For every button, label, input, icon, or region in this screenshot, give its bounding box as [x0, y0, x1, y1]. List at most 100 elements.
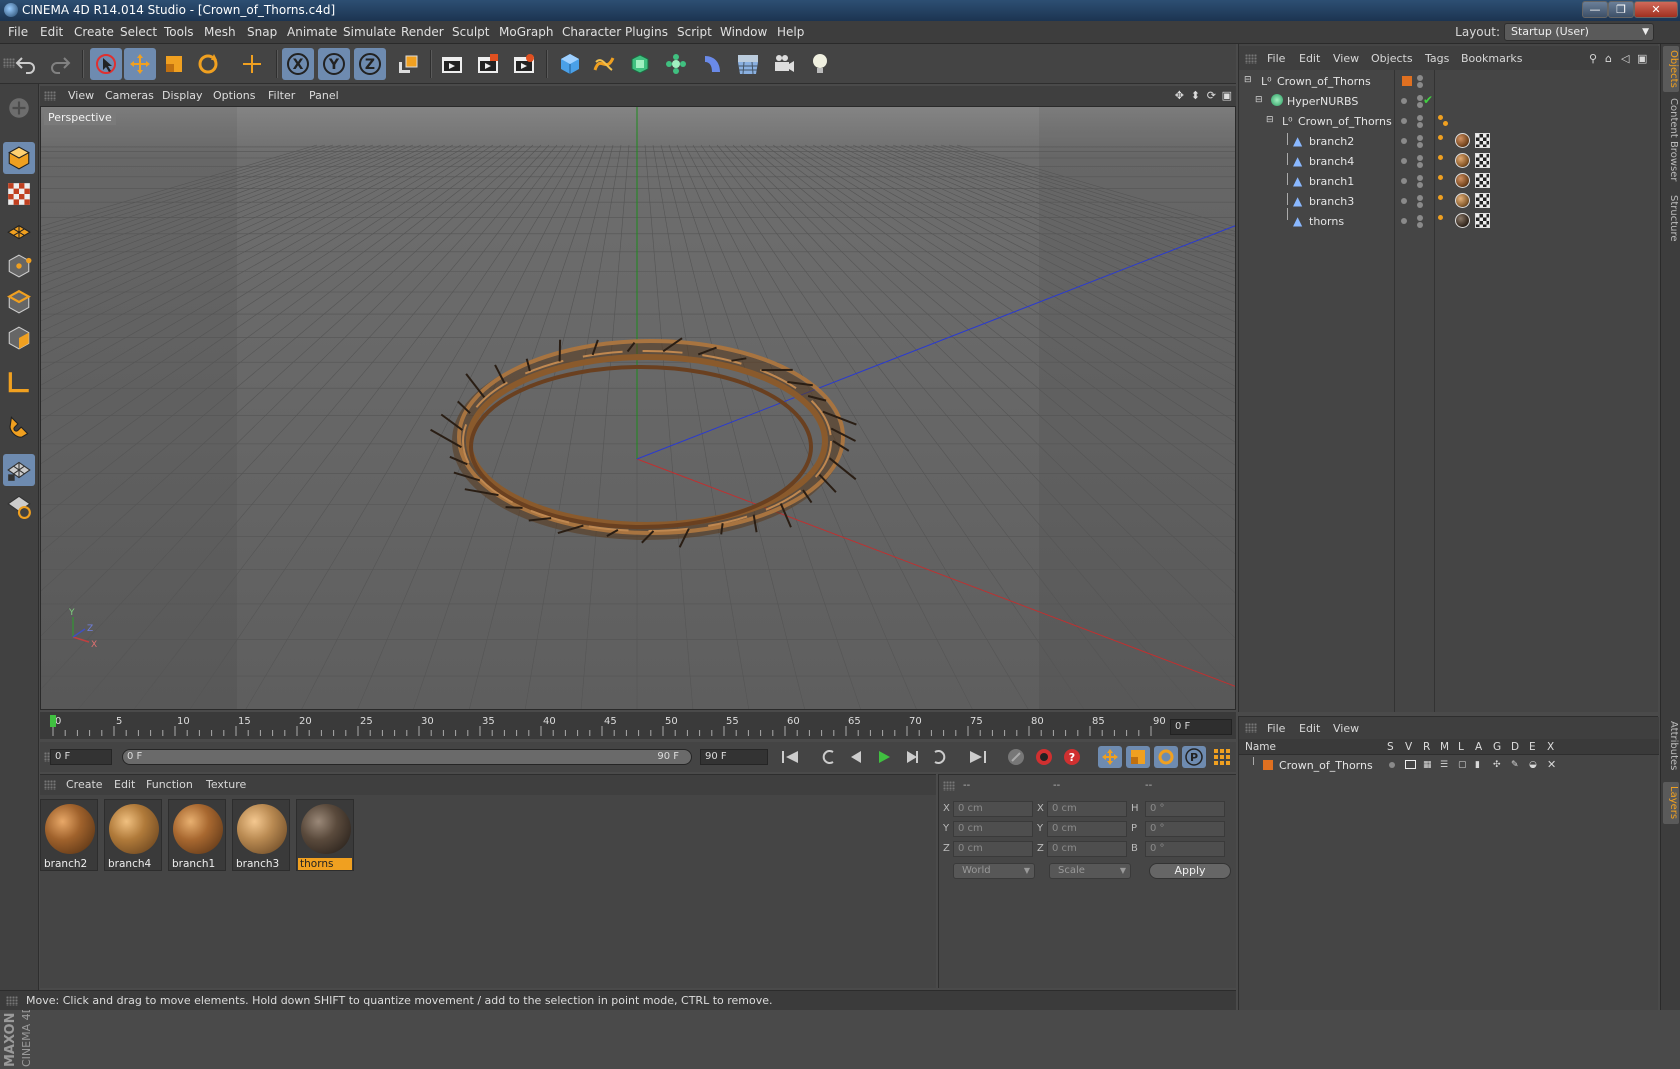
viewport-menu-view[interactable]: View: [68, 89, 94, 102]
menu-sculpt[interactable]: Sculpt: [452, 25, 489, 39]
viewport-menu-display[interactable]: Display: [162, 89, 203, 102]
array-icon[interactable]: [660, 48, 692, 80]
object-menu-bookmarks[interactable]: Bookmarks: [1461, 52, 1522, 65]
phong-tag-icon[interactable]: [1438, 135, 1443, 140]
layer-grip[interactable]: [1245, 723, 1257, 733]
solo-toggle[interactable]: [1389, 762, 1395, 768]
viewport-menu-options[interactable]: Options: [213, 89, 255, 102]
go-to-end-icon[interactable]: [966, 746, 990, 768]
menu-select[interactable]: Select: [120, 25, 157, 39]
uvw-tag-icon[interactable]: [1475, 173, 1490, 188]
scale-icon[interactable]: [158, 48, 190, 80]
editor-visibility-dot[interactable]: [1417, 155, 1423, 161]
editor-visibility-dot[interactable]: [1417, 215, 1423, 221]
phong-tag-icon[interactable]: [1438, 175, 1443, 180]
uvw-tag-icon[interactable]: [1475, 133, 1490, 148]
enabled-check-icon[interactable]: ✔: [1423, 93, 1433, 107]
material-swatch-branch4[interactable]: branch4: [104, 799, 162, 871]
editor-visibility-dot[interactable]: [1401, 158, 1407, 164]
menu-tools[interactable]: Tools: [164, 25, 194, 39]
home-icon[interactable]: ⌂: [1605, 52, 1612, 65]
minimize-button[interactable]: —: [1582, 1, 1608, 18]
spline-pen-icon[interactable]: [588, 48, 620, 80]
material-swatch-branch2[interactable]: branch2: [40, 799, 98, 871]
tab-attributes[interactable]: Attributes: [1663, 716, 1679, 776]
render-icon[interactable]: ▦: [1423, 760, 1432, 770]
light-icon[interactable]: [804, 48, 836, 80]
eye-icon[interactable]: [1405, 760, 1416, 769]
column-expressions[interactable]: E: [1529, 741, 1536, 753]
material-tag-icon[interactable]: [1455, 133, 1470, 148]
position-z-field[interactable]: 0 cm: [953, 841, 1033, 857]
menu-mograph[interactable]: MoGraph: [499, 25, 554, 39]
next-frame-icon[interactable]: [900, 746, 924, 768]
new-panel-icon[interactable]: ▣: [1637, 52, 1647, 65]
live-selection-icon[interactable]: [90, 48, 122, 80]
phong-tag-icon[interactable]: [1438, 195, 1443, 200]
object-menu-view[interactable]: View: [1333, 52, 1359, 65]
object-row-crown-child[interactable]: ⊟ L⁰ Crown_of_Thorns: [1239, 112, 1659, 131]
tab-objects[interactable]: Objects: [1663, 46, 1679, 92]
y-axis-icon[interactable]: Y: [318, 48, 350, 80]
material-swatch-thorns[interactable]: thorns: [296, 799, 354, 871]
viewport-menu-filter[interactable]: Filter: [268, 89, 295, 102]
manager-icon[interactable]: ☰: [1440, 760, 1448, 770]
layer-menu-view[interactable]: View: [1333, 722, 1359, 735]
material-tag-icon[interactable]: [1455, 153, 1470, 168]
next-key-icon[interactable]: [928, 746, 952, 768]
record-keyframes-icon[interactable]: [1032, 746, 1056, 768]
axis-mode-icon[interactable]: [3, 366, 35, 398]
object-menu-tags[interactable]: Tags: [1425, 52, 1449, 65]
column-animation[interactable]: A: [1475, 741, 1482, 753]
size-z-field[interactable]: 0 cm: [1047, 841, 1127, 857]
render-visibility-dot[interactable]: [1417, 82, 1423, 88]
workplane-icon[interactable]: [3, 214, 35, 246]
search-icon[interactable]: ⚲: [1589, 52, 1597, 65]
dolly-view-icon[interactable]: ⬍: [1191, 89, 1200, 102]
menu-render[interactable]: Render: [401, 25, 444, 39]
xref-icon[interactable]: ✕: [1547, 758, 1556, 771]
object-menu-file[interactable]: File: [1267, 52, 1285, 65]
toggle-panel-icon[interactable]: ▣: [1222, 89, 1232, 102]
editor-visibility-dot[interactable]: [1401, 98, 1407, 104]
menu-window[interactable]: Window: [720, 25, 767, 39]
render-visibility-dot[interactable]: [1417, 202, 1423, 208]
column-manager[interactable]: M: [1440, 741, 1449, 753]
editor-visibility-dot[interactable]: [1417, 75, 1423, 81]
menu-snap[interactable]: Snap: [247, 25, 277, 39]
x-axis-icon[interactable]: X: [282, 48, 314, 80]
go-to-start-icon[interactable]: [778, 746, 802, 768]
z-axis-icon[interactable]: Z: [354, 48, 386, 80]
phong-tag-icon[interactable]: [1438, 155, 1443, 160]
layer-color-swatch[interactable]: [1263, 760, 1273, 770]
tab-layers[interactable]: Layers: [1663, 782, 1679, 824]
snap-icon[interactable]: [3, 454, 35, 486]
play-icon[interactable]: [872, 746, 896, 768]
redo-icon[interactable]: [44, 48, 76, 80]
position-y-field[interactable]: 0 cm: [953, 821, 1033, 837]
render-visibility-dot[interactable]: [1417, 162, 1423, 168]
material-grip[interactable]: [44, 780, 56, 790]
layer-row[interactable]: Crown_of_Thorns ▦ ☰ ▢ ▮ ✣ ✎ ◒ ✕: [1239, 757, 1659, 773]
collapse-icon[interactable]: ⊟: [1244, 75, 1252, 85]
size-x-field[interactable]: 0 cm: [1047, 801, 1127, 817]
rotation-h-field[interactable]: 0 °: [1145, 801, 1225, 817]
viewport-menu-panel[interactable]: Panel: [309, 89, 339, 102]
object-row-branch4[interactable]: ▲ branch4: [1239, 152, 1659, 171]
coordinate-system-icon[interactable]: [392, 48, 424, 80]
material-menu-function[interactable]: Function: [146, 778, 193, 791]
key-parameter-icon[interactable]: P: [1182, 746, 1206, 768]
animation-icon[interactable]: ▮: [1475, 760, 1480, 770]
column-deformers[interactable]: D: [1511, 741, 1519, 753]
material-menu-texture[interactable]: Texture: [206, 778, 246, 791]
key-rotation-icon[interactable]: [1154, 746, 1178, 768]
floor-icon[interactable]: [732, 48, 764, 80]
material-swatch-branch1[interactable]: branch1: [168, 799, 226, 871]
apply-button[interactable]: Apply: [1149, 863, 1231, 879]
render-picture-viewer-icon[interactable]: [472, 48, 504, 80]
edges-mode-icon[interactable]: [3, 286, 35, 318]
uvw-tag-icon[interactable]: [1475, 193, 1490, 208]
uvw-tag-icon[interactable]: [1475, 153, 1490, 168]
current-frame-field[interactable]: 0 F: [1170, 719, 1232, 735]
menu-character[interactable]: Character: [562, 25, 621, 39]
